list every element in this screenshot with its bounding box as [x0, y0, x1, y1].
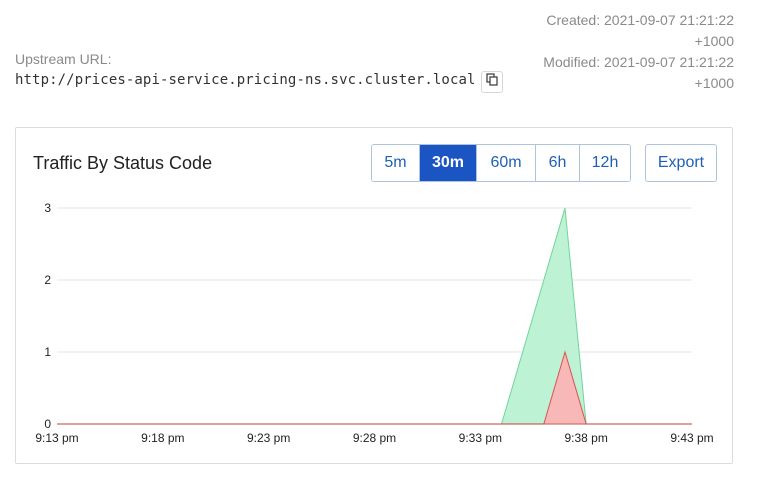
modified-date: Modified: 2021-09-07 21:21:22	[543, 54, 734, 70]
y-tick-label: 3	[44, 201, 51, 215]
x-tick-label: 9:13 pm	[35, 431, 78, 445]
y-tick-label: 1	[44, 345, 51, 359]
traffic-chart: 0 1 2 3 9:13 pm 9:18 pm 9:23 pm 9:28 pm 9:33 pm 9…	[35, 201, 713, 445]
upstream-url-value: http://prices-api-service.pricing-ns.svc…	[15, 72, 476, 88]
created-timezone: +1000	[694, 33, 734, 49]
series-line-1	[57, 350, 692, 425]
copy-icon	[486, 73, 498, 91]
x-tick-label: 9:23 pm	[247, 431, 290, 445]
x-tick-label: 9:18 pm	[141, 431, 184, 445]
x-tick-label: 9:33 pm	[459, 431, 502, 445]
created-date: Created: 2021-09-07 21:21:22	[546, 12, 734, 28]
y-tick-label: 0	[44, 417, 51, 431]
timestamps: Created: 2021-09-07 21:21:22 +1000 Modif…	[543, 10, 734, 94]
copy-url-button[interactable]	[481, 71, 503, 93]
series-line-0	[57, 207, 692, 425]
x-tick-label: 9:43 pm	[670, 431, 713, 445]
traffic-panel: Traffic By Status Code 5m 30m 60m 6h 12h…	[15, 127, 733, 464]
upstream-url-label: Upstream URL:	[15, 51, 112, 67]
x-tick-label: 9:28 pm	[353, 431, 396, 445]
series-area-1	[57, 352, 692, 424]
series-area-0	[57, 208, 692, 424]
modified-timezone: +1000	[694, 75, 734, 91]
x-tick-label: 9:38 pm	[564, 431, 607, 445]
y-tick-label: 2	[44, 273, 51, 287]
